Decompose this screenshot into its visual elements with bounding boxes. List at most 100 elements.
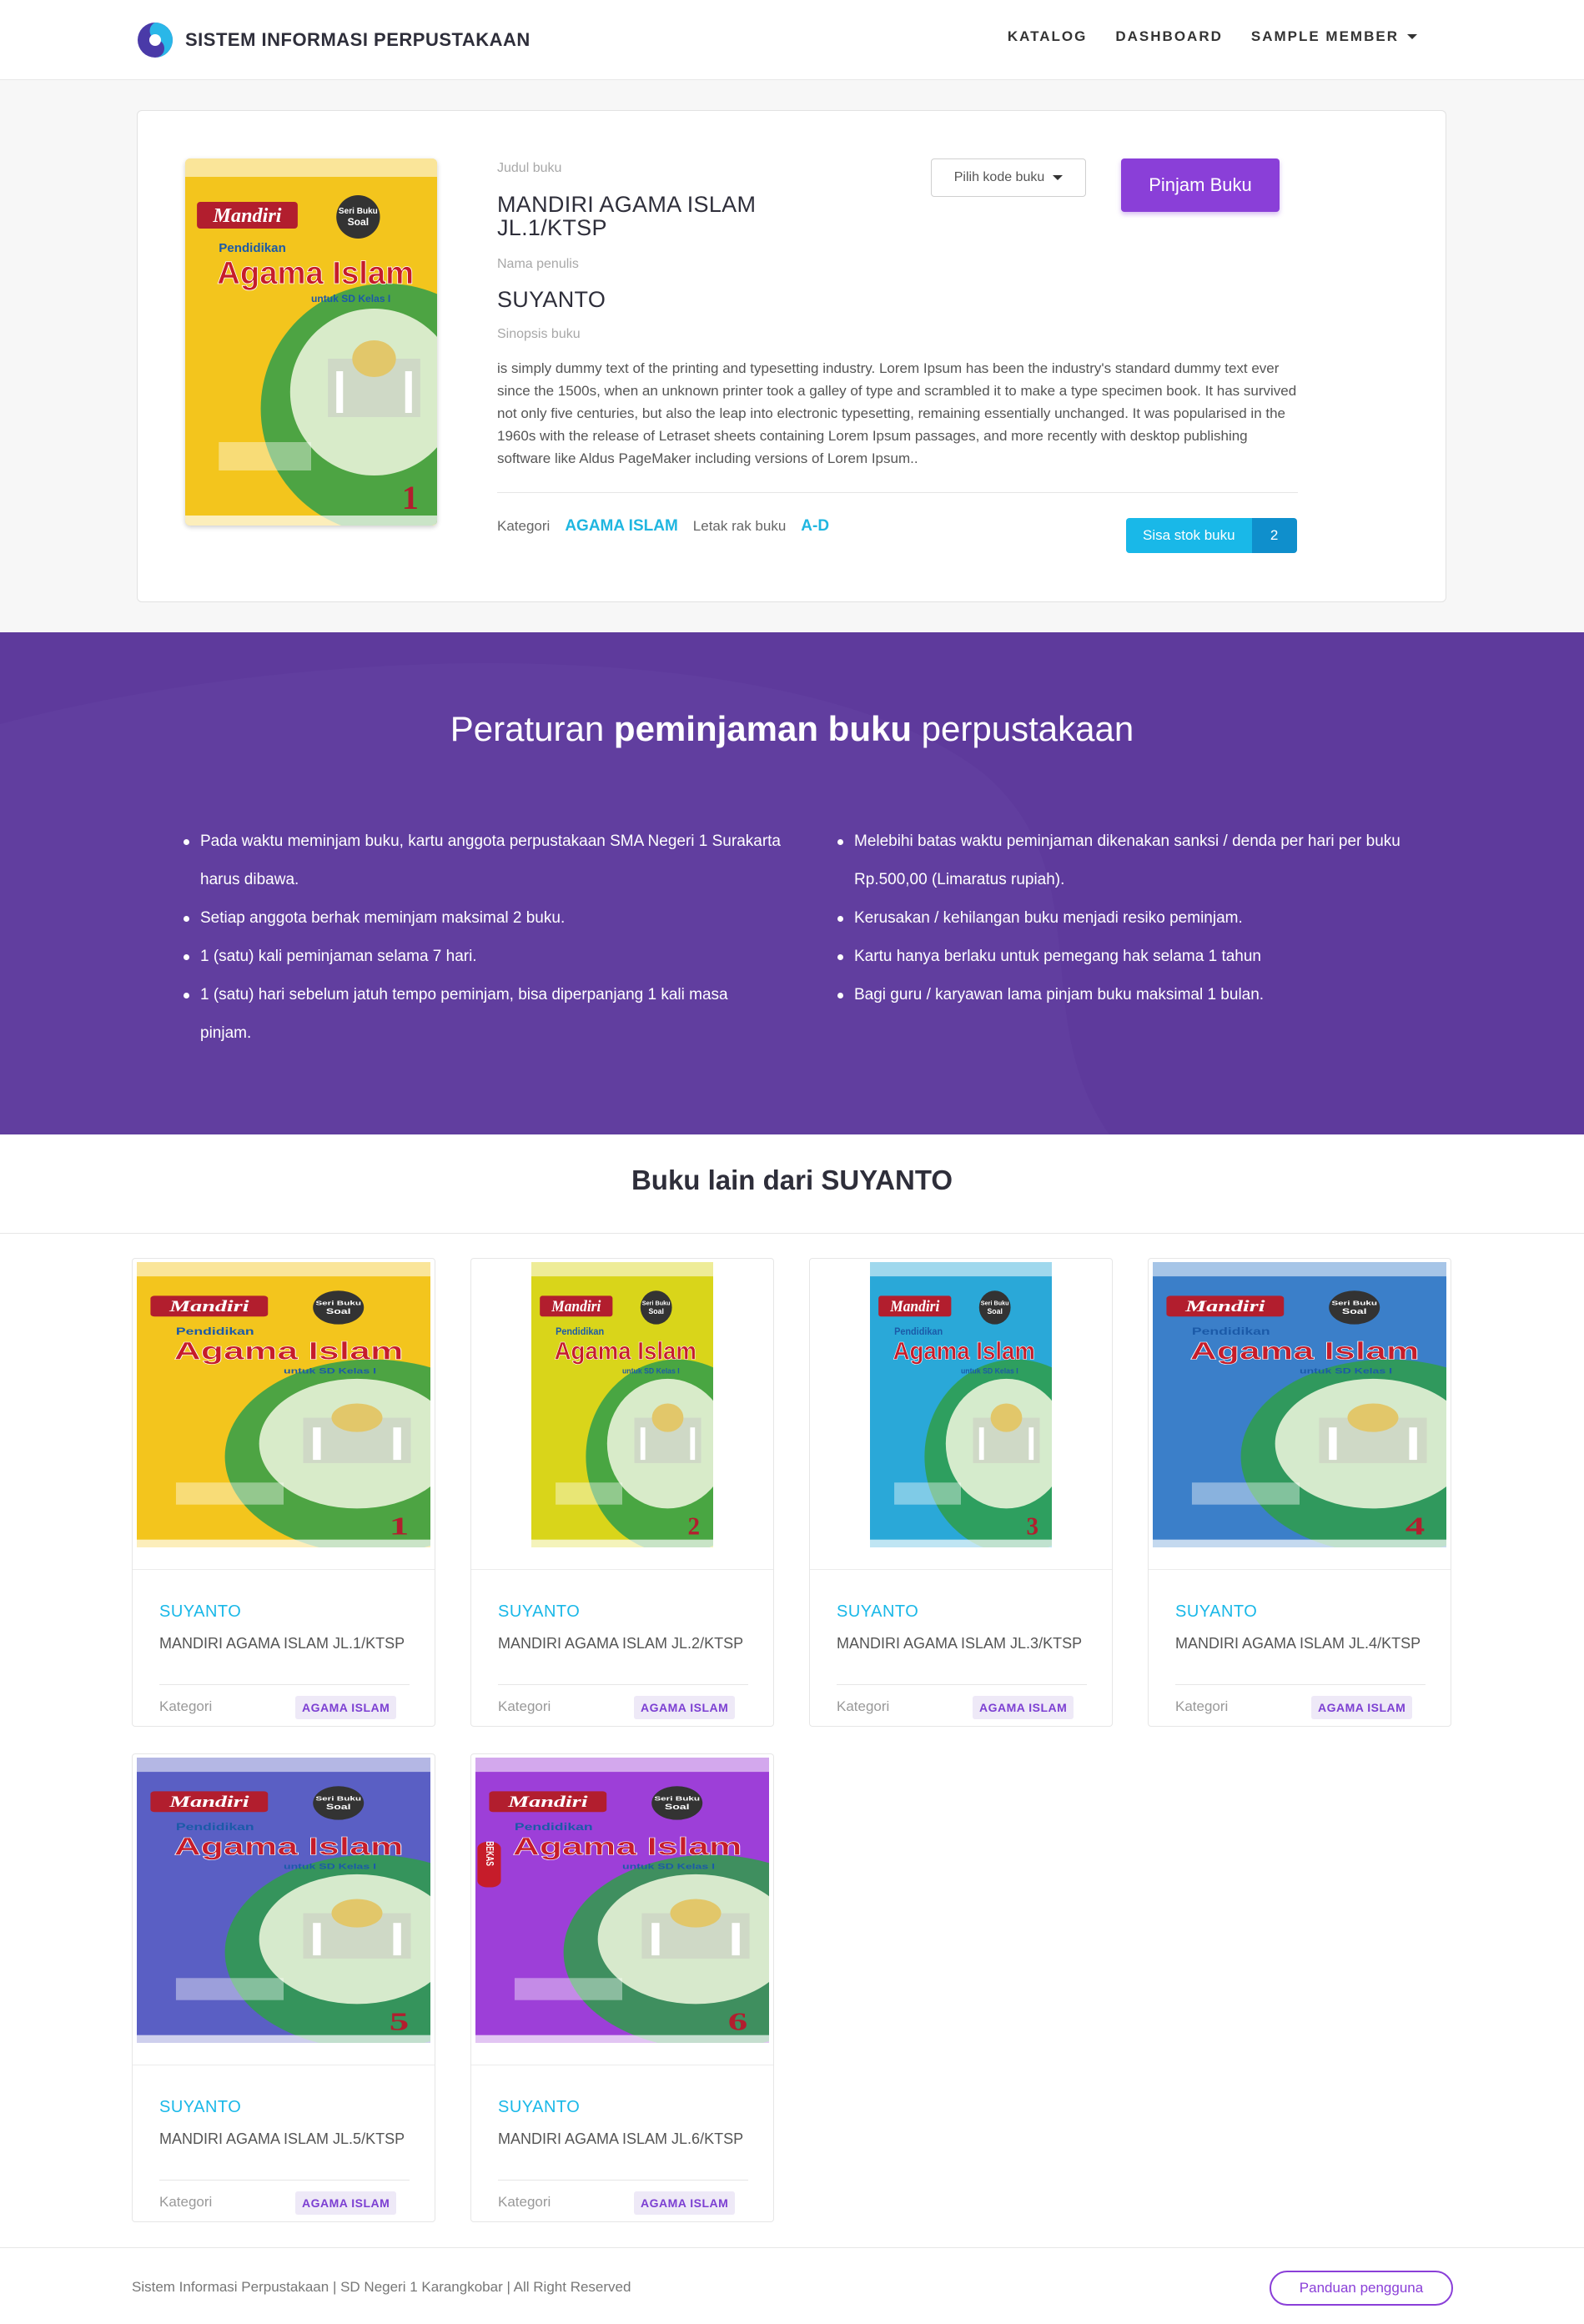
svg-text:Soal: Soal (326, 1803, 351, 1812)
svg-text:Pendidikan: Pendidikan (219, 241, 286, 255)
book-card[interactable]: Mandiri Seri Buku Soal Pendidikan Agama Isla… (470, 1753, 774, 2222)
author-label: Nama penulis (497, 257, 579, 271)
rule-item: Kerusakan / kehilangan buku menjadi resi… (836, 899, 1436, 938)
nav-member-menu[interactable]: SAMPLE MEMBER (1251, 28, 1417, 45)
svg-text:1: 1 (390, 1512, 409, 1540)
divider (1175, 1684, 1426, 1685)
category-badge: AGAMA ISLAM (295, 2191, 397, 2215)
rule-item: 1 (satu) hari sebelum jatuh tempo peminj… (182, 976, 782, 1053)
book-card-author[interactable]: SUYANTO (837, 1602, 918, 1622)
user-guide-button[interactable]: Panduan pengguna (1270, 2271, 1453, 2306)
category-label: Kategori (497, 518, 551, 534)
navbar: SISTEM INFORMASI PERPUSTAKAAN KATALOG DA… (0, 0, 1584, 80)
book-card-title[interactable]: MANDIRI AGAMA ISLAM JL.1/KTSP (159, 1632, 410, 1654)
divider (0, 2247, 1584, 2248)
rules-title: Peraturan peminjaman buku perpustakaan (450, 709, 1134, 748)
other-books-title: Buku lain dari SUYANTO (631, 1165, 953, 1195)
book-thumbnail[interactable]: Mandiri Seri Buku Soal Pendidikan Agama Isla… (471, 1754, 773, 2065)
shelf-value: A-D (801, 517, 830, 535)
book-card[interactable]: Mandiri Seri Buku Soal Pendidikan Agama Isla… (132, 1258, 435, 1727)
divider (1149, 1569, 1451, 1570)
book-card[interactable]: Mandiri Seri Buku Soal Pendidikan Agama Isla… (470, 1258, 774, 1727)
brand[interactable]: SISTEM INFORMASI PERPUSTAKAAN (137, 22, 531, 58)
divider (159, 1684, 410, 1685)
divider (471, 1569, 773, 1570)
book-thumbnail[interactable]: Mandiri Seri Buku Soal Pendidikan Agama Isla… (810, 1259, 1112, 1569)
category-badge: AGAMA ISLAM (295, 1696, 397, 1719)
svg-text:Seri Buku: Seri Buku (315, 1300, 361, 1307)
rule-item: Kartu hanya berlaku untuk pemegang hak s… (836, 938, 1436, 976)
book-cover-image: Mandiri Seri Buku Soal Pendidikan Agama Isla… (531, 1262, 713, 1547)
book-card-title[interactable]: MANDIRI AGAMA ISLAM JL.3/KTSP (837, 1632, 1087, 1654)
svg-text:Pendidikan: Pendidikan (556, 1327, 604, 1337)
book-cover-image: Mandiri Seri Buku Soal Pendidikan Agama Isla… (185, 158, 437, 526)
book-card[interactable]: Mandiri Seri Buku Soal Pendidikan Agama Isla… (132, 1753, 435, 2222)
svg-text:1: 1 (402, 479, 419, 516)
borrow-button[interactable]: Pinjam Buku (1121, 158, 1280, 212)
book-thumbnail[interactable]: Mandiri Seri Buku Soal Pendidikan Agama Isla… (471, 1259, 773, 1569)
nav-member-label: SAMPLE MEMBER (1250, 28, 1399, 44)
svg-text:untuk SD Kelas I: untuk SD Kelas I (622, 1366, 680, 1375)
svg-text:untuk SD Kelas I: untuk SD Kelas I (1300, 1366, 1392, 1376)
book-thumbnail[interactable]: Mandiri Seri Buku Soal Pendidikan Agama Isla… (133, 1754, 435, 2065)
book-card-author[interactable]: SUYANTO (159, 2098, 241, 2117)
book-card-author[interactable]: SUYANTO (498, 2098, 580, 2117)
book-card-author[interactable]: SUYANTO (498, 1602, 580, 1622)
rule-item: 1 (satu) kali peminjaman selama 7 hari. (182, 938, 782, 976)
book-card-author[interactable]: SUYANTO (1175, 1602, 1257, 1622)
stock-label: Sisa stok buku (1126, 518, 1252, 553)
book-card-author[interactable]: SUYANTO (159, 1602, 241, 1622)
svg-text:Agama Islam: Agama Islam (513, 1834, 742, 1861)
synopsis-label: Sinopsis buku (497, 327, 581, 341)
svg-text:Soal: Soal (326, 1307, 351, 1316)
logo-icon (138, 23, 173, 58)
rule-item: Setiap anggota berhak meminjam maksimal … (182, 899, 782, 938)
svg-text:Seri Buku: Seri Buku (654, 1795, 700, 1803)
nav-dashboard[interactable]: DASHBOARD (1115, 28, 1223, 45)
book-card[interactable]: Mandiri Seri Buku Soal Pendidikan Agama Isla… (809, 1258, 1113, 1727)
svg-text:5: 5 (390, 2007, 409, 2035)
caret-down-icon (1053, 175, 1064, 180)
book-card-title[interactable]: MANDIRI AGAMA ISLAM JL.6/KTSP (498, 2128, 748, 2150)
book-code-select[interactable]: Pilih kode buku (931, 158, 1086, 197)
svg-text:Seri Buku: Seri Buku (642, 1299, 671, 1306)
svg-text:Seri Buku: Seri Buku (981, 1299, 1009, 1306)
divider (133, 1569, 435, 1570)
book-thumbnail[interactable]: Mandiri Seri Buku Soal Pendidikan Agama Isla… (133, 1259, 435, 1569)
book-cover-image: Mandiri Seri Buku Soal Pendidikan Agama Isla… (1153, 1262, 1446, 1547)
book-card-title[interactable]: MANDIRI AGAMA ISLAM JL.2/KTSP (498, 1632, 748, 1654)
title-label: Judul buku (497, 161, 562, 175)
book-card-category-label: Kategori (159, 2194, 213, 2210)
divider (498, 1684, 748, 1685)
svg-text:Agama Islam: Agama Islam (174, 1338, 404, 1366)
svg-text:Mandiri: Mandiri (1184, 1298, 1265, 1315)
svg-text:Pendidikan: Pendidikan (894, 1327, 943, 1337)
svg-text:4: 4 (1405, 1512, 1426, 1540)
svg-text:Mandiri: Mandiri (168, 1793, 249, 1810)
book-card[interactable]: Mandiri Seri Buku Soal Pendidikan Agama Isla… (1148, 1258, 1451, 1727)
svg-text:Seri Buku: Seri Buku (315, 1795, 361, 1803)
svg-text:Agama Islam: Agama Islam (893, 1338, 1035, 1366)
category-badge: AGAMA ISLAM (973, 1696, 1074, 1719)
svg-text:untuk SD Kelas I: untuk SD Kelas I (284, 1862, 376, 1871)
book-code-select-label: Pilih kode buku (953, 170, 1045, 184)
book-card-title[interactable]: MANDIRI AGAMA ISLAM JL.4/KTSP (1175, 1632, 1426, 1654)
book-cover-image: Mandiri Seri Buku Soal Pendidikan Agama Isla… (475, 1758, 769, 2043)
book-card-title[interactable]: MANDIRI AGAMA ISLAM JL.5/KTSP (159, 2128, 410, 2150)
stock-badge: Sisa stok buku 2 (1126, 518, 1297, 553)
divider (810, 1569, 1112, 1570)
shelf-label: Letak rak buku (692, 518, 787, 534)
svg-text:Agama Islam: Agama Islam (217, 255, 414, 291)
category-value[interactable]: AGAMA ISLAM (565, 517, 677, 536)
divider (837, 1684, 1087, 1685)
brand-name: SISTEM INFORMASI PERPUSTAKAAN (185, 29, 531, 50)
svg-text:Mandiri: Mandiri (889, 1298, 939, 1315)
book-card-category-label: Kategori (1175, 1698, 1229, 1714)
divider (159, 2180, 410, 2181)
rule-item: Bagi guru / karyawan lama pinjam buku ma… (836, 976, 1436, 1014)
book-thumbnail[interactable]: Mandiri Seri Buku Soal Pendidikan Agama Isla… (1149, 1259, 1451, 1569)
nav-katalog[interactable]: KATALOG (1008, 28, 1088, 45)
book-cover-image: Mandiri Seri Buku Soal Pendidikan Agama Isla… (137, 1758, 430, 2043)
svg-text:Pendidikan: Pendidikan (1192, 1326, 1270, 1337)
book-card-category-label: Kategori (159, 1698, 213, 1714)
